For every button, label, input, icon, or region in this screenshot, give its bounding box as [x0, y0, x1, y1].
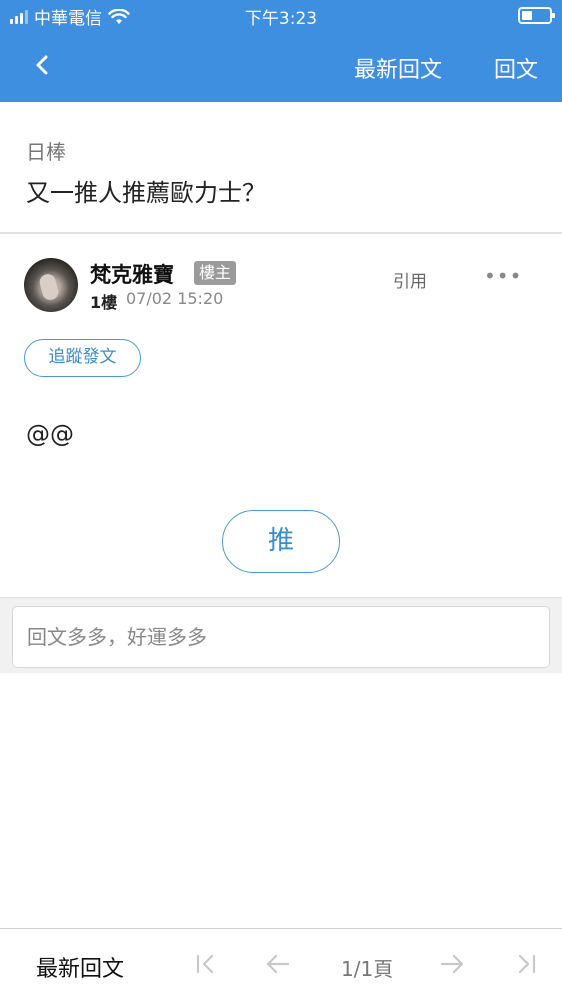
follow-post-button[interactable]: 追蹤發文 — [24, 339, 141, 377]
latest-replies-button[interactable]: 最新回文 — [354, 52, 442, 84]
more-options-icon[interactable]: ••• — [484, 264, 522, 288]
divider — [0, 232, 562, 234]
page-indicator: 1/1頁 — [341, 957, 394, 981]
nav-bar: 最新回文 回文 — [0, 32, 562, 102]
board-name[interactable]: 日棒 — [26, 136, 66, 165]
status-time: 下午3:23 — [244, 9, 318, 29]
battery-icon — [518, 7, 555, 24]
status-bar: 中華電信 下午3:23 — [0, 0, 562, 32]
reply-area — [0, 597, 562, 673]
top-bar: 中華電信 下午3:23 最新回文 回文 — [0, 0, 562, 102]
post-timestamp: 07/02 15:20 — [126, 289, 224, 308]
first-page-icon[interactable] — [192, 950, 220, 978]
back-chevron-icon[interactable] — [28, 50, 58, 80]
quote-button[interactable]: 引用 — [393, 267, 427, 292]
floor-number: 1樓 — [90, 293, 118, 312]
op-badge: 樓主 — [194, 261, 237, 285]
next-page-icon[interactable] — [438, 950, 466, 978]
thread-title: 又一推人推薦歐力士？ — [26, 179, 266, 207]
previous-page-icon[interactable] — [264, 950, 292, 978]
reply-button[interactable]: 回文 — [494, 52, 538, 84]
divider — [0, 928, 562, 929]
bottom-latest-replies-button[interactable]: 最新回文 — [36, 951, 124, 983]
avatar[interactable] — [24, 258, 78, 312]
push-button[interactable]: 推 — [222, 510, 340, 573]
post-content: @@ — [26, 420, 74, 448]
reply-input[interactable] — [12, 606, 550, 668]
last-page-icon[interactable] — [512, 950, 540, 978]
author-name[interactable]: 梵克雅寶 — [90, 259, 174, 289]
